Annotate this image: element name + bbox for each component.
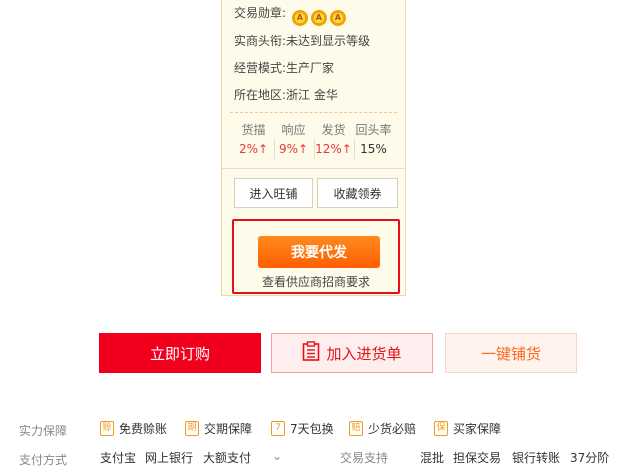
trade-medal-row: 交易勋章: A A A [234,4,346,26]
supplier-requirements-link[interactable]: 查看供应商招商要求 [234,273,398,290]
support-escrow: 担保交易 [453,451,502,465]
medal-icon: A [291,9,308,26]
supplier-card: 交易勋章: A A A 实商头衔:未达到显示等级 经营模式:生产厂家 所在地区:… [221,0,406,296]
stat-description: 货描 2%↑ [238,123,269,156]
guarantee-label: 实力保障 [19,424,68,438]
payment-large-amount: 大额支付 [203,451,252,465]
guarantee-free-credit[interactable]: 赊 免费赊账 [100,420,167,437]
guarantee-delivery[interactable]: 期 交期保障 [185,420,252,437]
region-row: 所在地区:浙江 金华 [234,88,338,102]
divider [230,112,397,113]
payment-label: 支付方式 [19,453,68,467]
enter-shop-button[interactable]: 进入旺铺 [234,178,313,208]
order-now-button[interactable]: 立即订购 [99,333,261,373]
shield-icon: 赔 [349,421,363,436]
add-to-cart-label: 加入进货单 [326,344,402,363]
payment-alipay: 支付宝 [100,451,137,465]
trade-medal-label: 交易勋章: [234,6,287,20]
stat-repurchase: 回头率 15% [353,123,394,159]
dropship-button[interactable]: 我要代发 [258,236,380,268]
trade-support-label: 交易支持 [340,451,389,465]
payment-online-bank: 网上银行 [145,451,194,465]
dropship-highlight: 我要代发 查看供应商招商要求 [232,219,400,294]
guarantee-shortage-compensation[interactable]: 赔 少货必赔 [349,420,416,437]
chevron-down-icon[interactable]: ⌄ [272,449,282,463]
support-mixed-batch: 混批 [420,451,445,465]
clipboard-icon [302,341,320,365]
divider [222,168,405,169]
favorite-coupon-button[interactable]: 收藏领券 [317,178,398,208]
one-click-publish-button[interactable]: 一键铺货 [445,333,577,373]
medal-icon: A [329,9,346,26]
add-to-cart-button[interactable]: 加入进货单 [271,333,433,373]
business-mode-row: 经营模式:生产厂家 [234,61,335,75]
guarantee-7day-exchange[interactable]: 7 7天包换 [271,420,334,437]
protection-icon: 保 [434,421,448,436]
credit-icon: 赊 [100,421,114,436]
support-time: 37分阶 [570,451,610,465]
support-bank-transfer: 银行转账 [512,451,561,465]
merchant-title-row: 实商头衔:未达到显示等级 [234,34,371,48]
stat-shipping: 发货 12%↑ [313,123,354,159]
medal-icon: A [310,9,327,26]
clock-icon: 期 [185,421,199,436]
seven-day-icon: 7 [271,421,285,436]
stat-response: 响应 9%↑ [273,123,314,159]
supplier-stats: 货描 2%↑ 响应 9%↑ 发货 12%↑ 回头率 15% [222,123,405,159]
guarantee-buyer-protection[interactable]: 保 买家保障 [434,420,501,437]
